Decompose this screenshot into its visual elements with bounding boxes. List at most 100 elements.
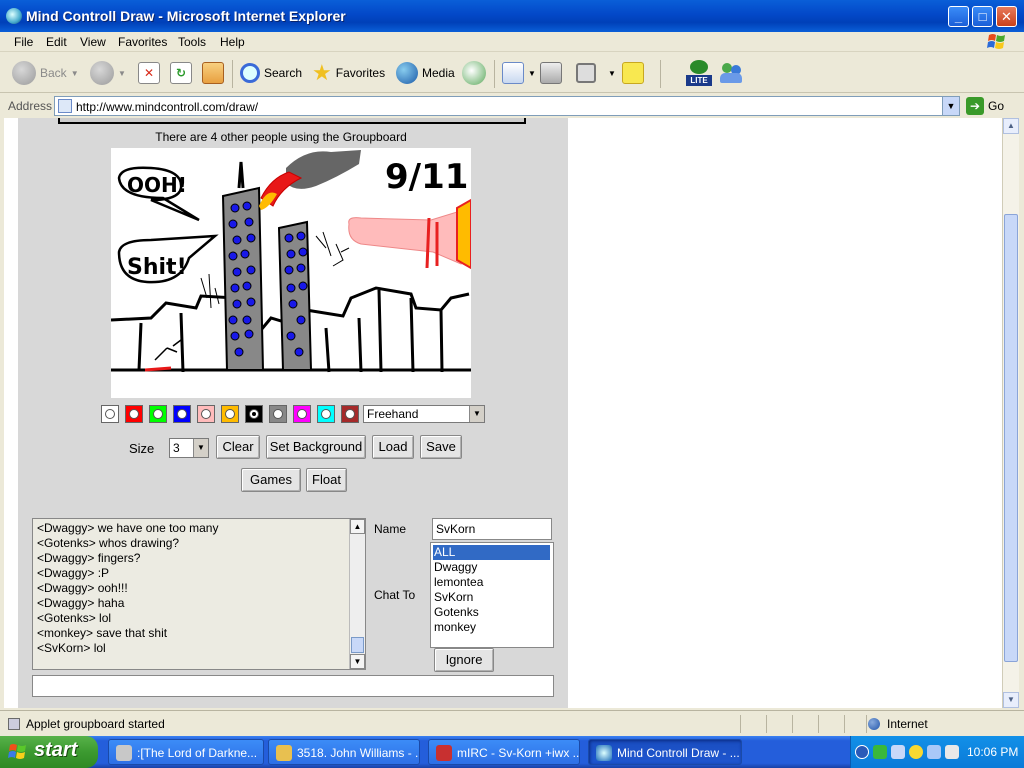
start-button[interactable]: start <box>0 736 98 768</box>
list-item[interactable]: monkey <box>434 620 476 635</box>
home-button[interactable] <box>202 60 224 86</box>
lite-text: LITE <box>686 75 712 86</box>
float-button[interactable]: Float <box>306 468 347 492</box>
favorites-button[interactable]: ★ Favorites <box>312 60 385 86</box>
chat-line: <Gotenks> whos drawing? <box>37 536 180 550</box>
list-item[interactable]: ALL <box>433 545 550 560</box>
scroll-up-icon[interactable]: ▲ <box>350 519 365 534</box>
favorites-star-icon: ★ <box>312 60 332 85</box>
ie-icon <box>596 745 612 761</box>
menu-view[interactable]: View <box>80 35 106 49</box>
scroll-up-icon[interactable]: ▲ <box>1003 118 1019 134</box>
color-swatch-cyan[interactable] <box>317 405 335 423</box>
color-swatch-orange[interactable] <box>221 405 239 423</box>
media-button[interactable]: Media <box>396 60 455 86</box>
chat-line: <Dwaggy> haha <box>37 596 125 610</box>
save-button[interactable]: Save <box>420 435 462 459</box>
list-item[interactable]: Dwaggy <box>434 560 477 575</box>
windows-logo-icon <box>987 34 1005 49</box>
color-swatch-gray[interactable] <box>269 405 287 423</box>
go-button[interactable]: ➔ Go <box>966 97 1004 115</box>
load-button[interactable]: Load <box>372 435 414 459</box>
search-button[interactable]: Search <box>240 60 302 86</box>
ie-icon <box>6 8 22 24</box>
menu-favorites[interactable]: Favorites <box>118 35 167 49</box>
set-background-button[interactable]: Set Background <box>266 435 366 459</box>
chat-message-input[interactable] <box>32 675 554 697</box>
color-swatch-white[interactable] <box>101 405 119 423</box>
taskbar-item[interactable]: 3518. John Williams - ... <box>268 739 420 765</box>
clear-button[interactable]: Clear <box>216 435 260 459</box>
title-bar: Mind Controll Draw - Microsoft Internet … <box>0 0 1024 32</box>
toolbar-separator <box>232 60 233 88</box>
chat-scrollbar[interactable]: ▲ ▼ <box>349 519 365 669</box>
scroll-thumb[interactable] <box>351 637 364 653</box>
page-icon <box>58 99 72 113</box>
tray-expand-icon[interactable] <box>855 745 869 759</box>
color-swatch-pink[interactable] <box>197 405 215 423</box>
taskbar-item[interactable]: mIRC - Sv-Korn +iwx ... <box>428 739 580 765</box>
edit-button[interactable]: ▼ <box>576 60 616 86</box>
taskbar-item[interactable]: :[The Lord of Darkne... <box>108 739 264 765</box>
favorites-label: Favorites <box>335 66 386 80</box>
toolbar-separator-2 <box>494 60 495 88</box>
minimize-button[interactable]: _ <box>948 6 969 27</box>
color-swatch-red[interactable] <box>125 405 143 423</box>
media-globe-icon <box>396 62 418 84</box>
menu-file[interactable]: File <box>14 35 33 49</box>
tray-icon[interactable] <box>873 745 887 759</box>
menu-help[interactable]: Help <box>220 35 245 49</box>
clock[interactable]: 10:06 PM <box>967 745 1018 759</box>
back-label: Back <box>40 66 67 80</box>
tray-icon[interactable] <box>945 745 959 759</box>
color-swatch-black[interactable] <box>245 405 263 423</box>
color-swatch-magenta[interactable] <box>293 405 311 423</box>
address-input[interactable]: http://www.mindcontroll.com/draw/ ▼ <box>54 96 960 116</box>
mail-dropdown-icon: ▼ <box>528 68 536 78</box>
page-scrollbar[interactable]: ▲ ▼ <box>1002 118 1019 708</box>
tray-icon[interactable] <box>891 745 905 759</box>
tool-select[interactable]: Freehand ▼ <box>363 405 485 423</box>
size-select-value: 3 <box>173 441 180 455</box>
list-item[interactable]: SvKorn <box>434 590 473 605</box>
history-button[interactable] <box>462 60 486 86</box>
scroll-thumb[interactable] <box>1004 214 1018 662</box>
taskbar-item-active[interactable]: Mind Controll Draw - ... <box>588 739 742 765</box>
menu-tools[interactable]: Tools <box>178 35 206 49</box>
toolbar: Back ▼ ▼ ✕ ↻ Search ★ Favorites Media ▼ … <box>0 53 1024 93</box>
forward-button[interactable]: ▼ <box>90 60 126 86</box>
tray-icon[interactable] <box>909 745 923 759</box>
chat-log[interactable]: <Dwaggy> we have one too many <Gotenks> … <box>32 518 366 670</box>
ignore-button[interactable]: Ignore <box>434 648 494 672</box>
maximize-button[interactable]: □ <box>972 6 993 27</box>
notes-button[interactable] <box>622 60 644 86</box>
list-item[interactable]: lemontea <box>434 575 483 590</box>
chat-to-list[interactable]: ALL Dwaggy lemontea SvKorn Gotenks monke… <box>430 542 554 648</box>
color-swatch-green[interactable] <box>149 405 167 423</box>
drawing-canvas[interactable]: 9/11 OOH! Shit! <box>111 148 471 398</box>
close-button[interactable]: ✕ <box>996 6 1017 27</box>
lite-button[interactable]: LITE <box>686 60 712 86</box>
scroll-down-icon[interactable]: ▼ <box>350 654 365 669</box>
color-swatch-brown[interactable] <box>341 405 359 423</box>
scroll-down-icon[interactable]: ▼ <box>1003 692 1019 708</box>
color-swatch-blue[interactable] <box>173 405 191 423</box>
tray-icon[interactable] <box>927 745 941 759</box>
address-dropdown-icon[interactable]: ▼ <box>942 97 959 115</box>
taskbar-item-label: Mind Controll Draw - ... <box>617 746 740 760</box>
list-item[interactable]: Gotenks <box>434 605 479 620</box>
system-tray: 10:06 PM <box>850 736 1024 768</box>
refresh-button[interactable]: ↻ <box>170 60 192 86</box>
messenger-button[interactable] <box>720 60 744 86</box>
back-button[interactable]: Back ▼ <box>12 60 79 86</box>
back-arrow-icon <box>12 61 36 85</box>
games-button[interactable]: Games <box>241 468 301 492</box>
mail-button[interactable]: ▼ <box>502 60 536 86</box>
print-button[interactable] <box>540 60 562 86</box>
chat-line: <monkey> save that shit <box>37 626 168 640</box>
size-select[interactable]: 3 ▼ <box>169 438 209 458</box>
stop-button[interactable]: ✕ <box>138 60 160 86</box>
chat-to-label: Chat To <box>374 588 416 602</box>
menu-edit[interactable]: Edit <box>46 35 67 49</box>
name-input[interactable]: SvKorn <box>432 518 552 540</box>
